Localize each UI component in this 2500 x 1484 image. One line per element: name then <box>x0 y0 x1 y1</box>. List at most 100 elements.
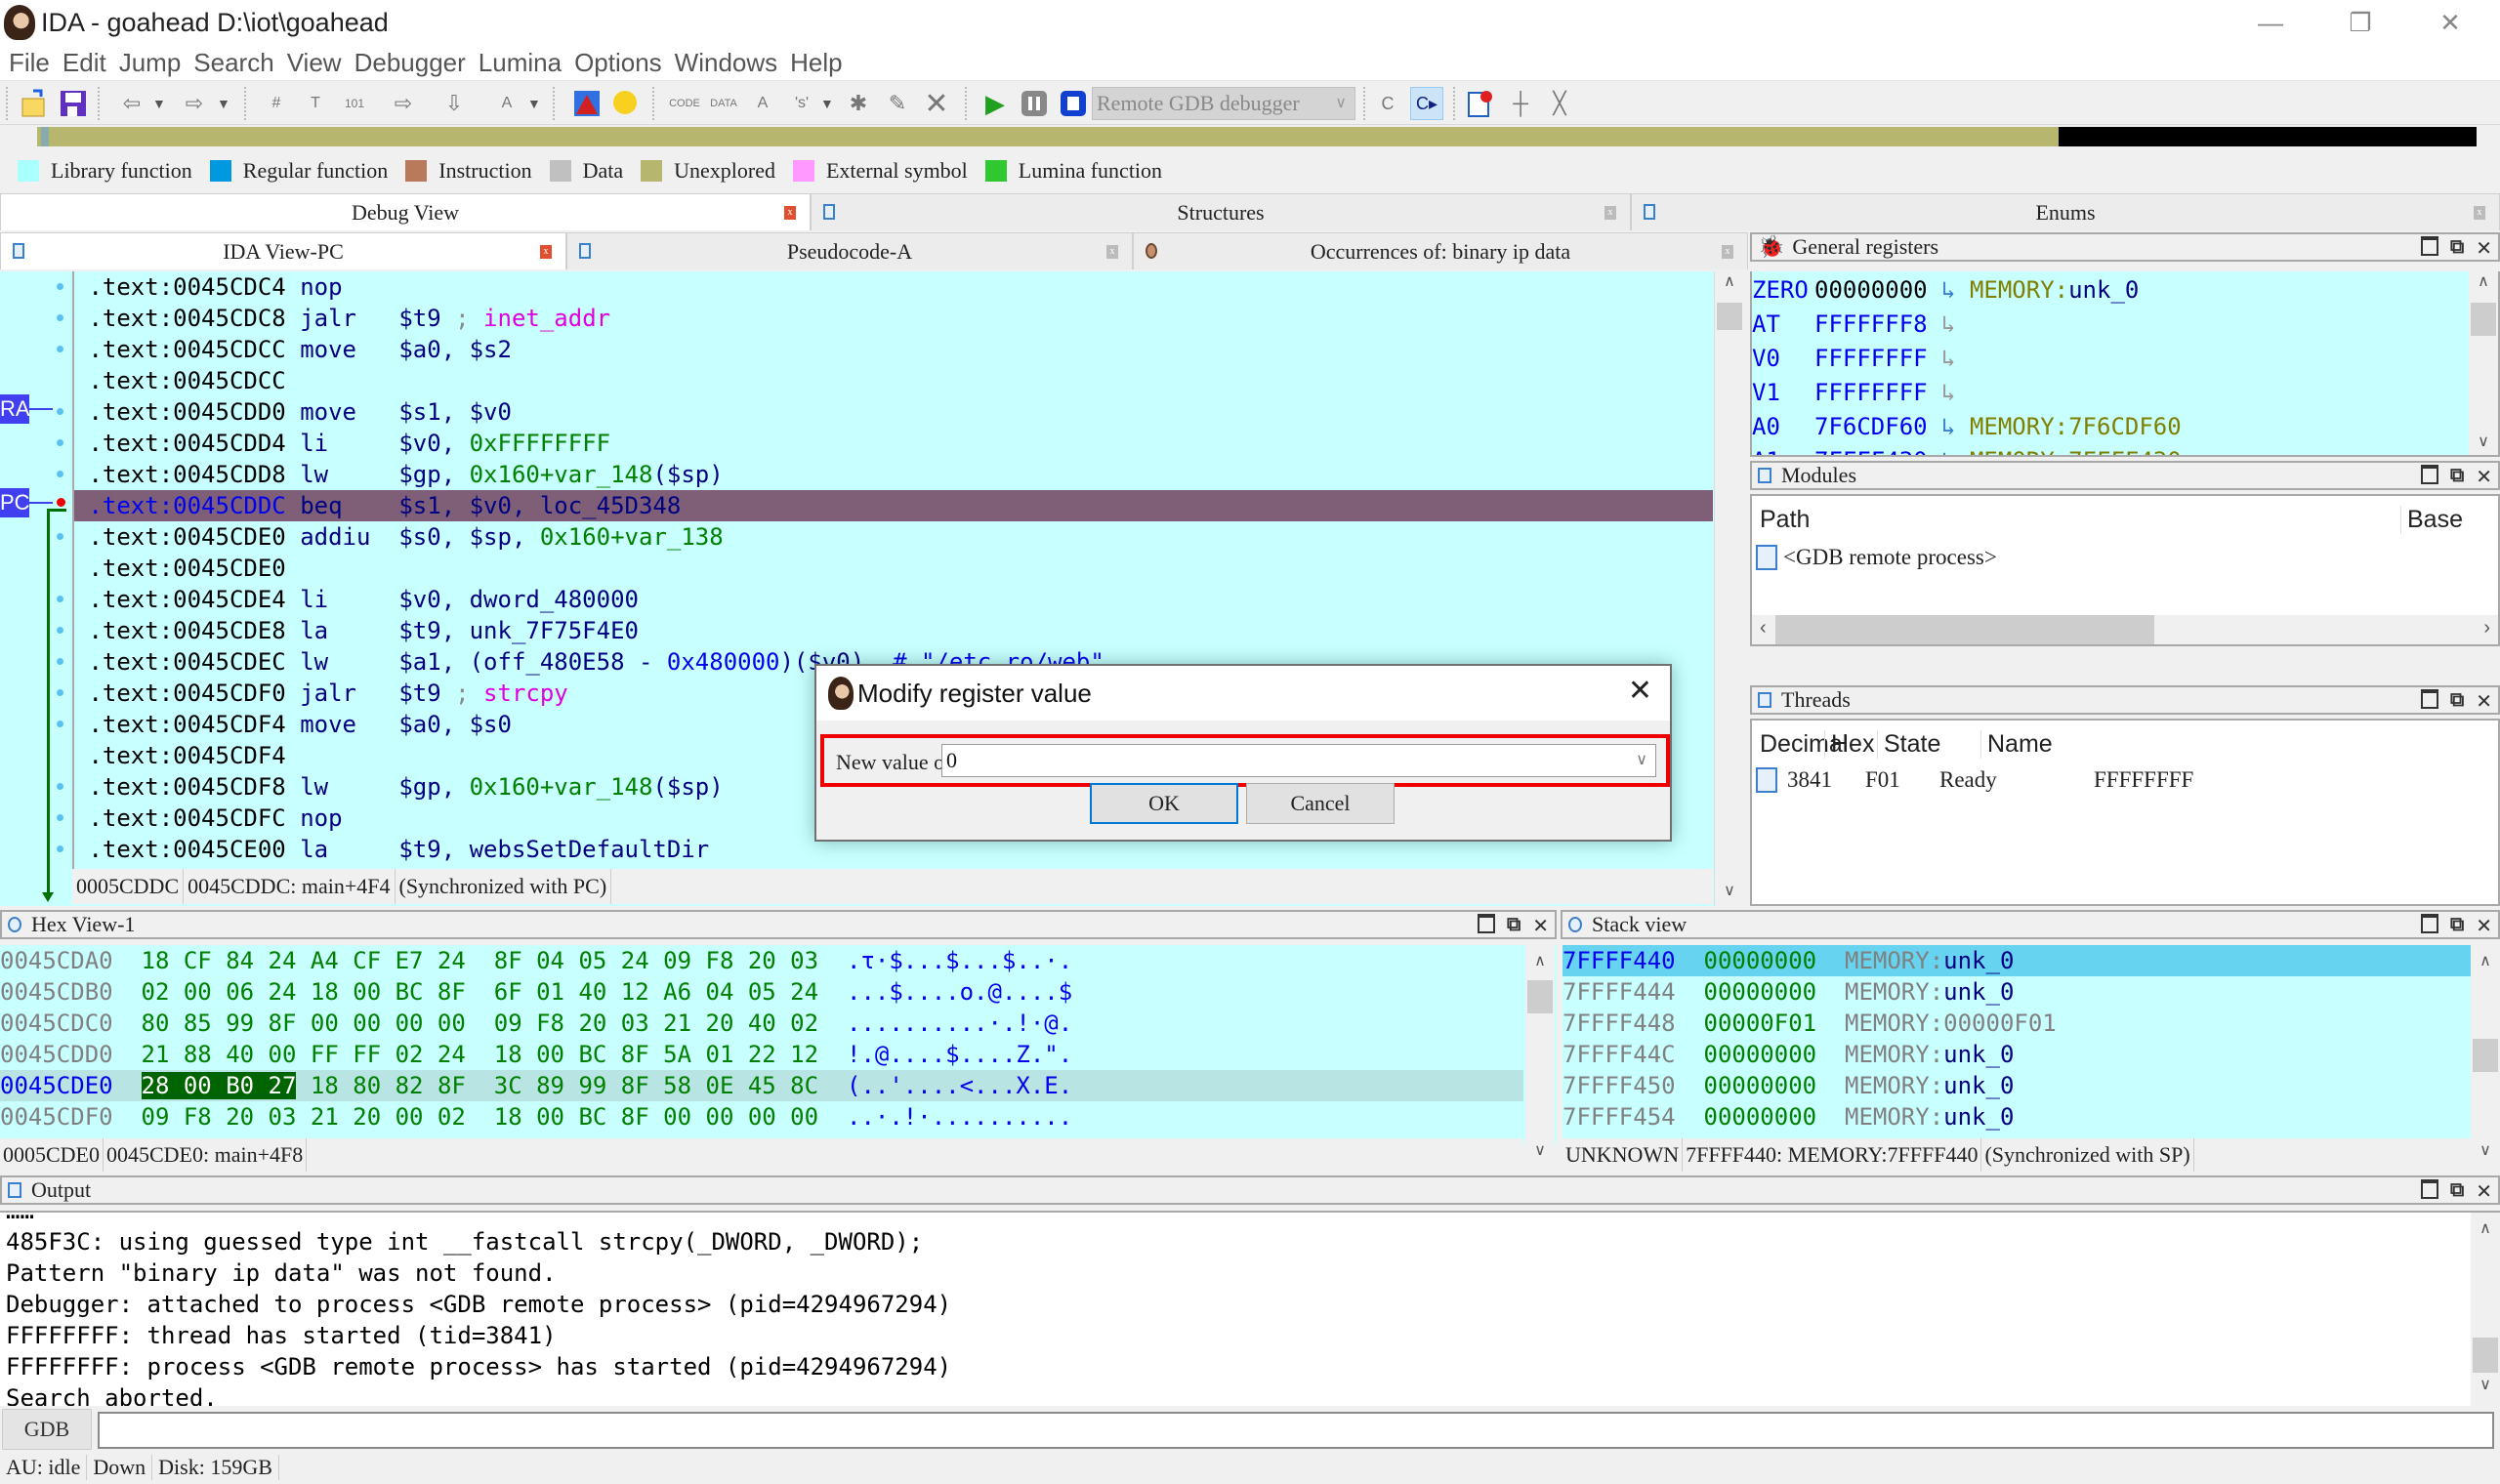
register-row[interactable]: A0 7F6CDF60 ↳ MEMORY:7F6CDF60 <box>1752 410 2182 444</box>
line-dot-icon[interactable] <box>57 283 63 290</box>
float-panel-icon[interactable]: ⧉ <box>2450 236 2464 260</box>
line-dot-icon[interactable] <box>57 689 63 696</box>
forward-icon[interactable]: ⇨ <box>178 87 211 120</box>
menu-windows[interactable]: Windows <box>675 48 777 78</box>
step-into-c-icon[interactable]: C <box>1371 87 1404 120</box>
scroll-right-icon[interactable]: › <box>2483 617 2490 639</box>
scroll-down-icon[interactable]: ∨ <box>1715 881 1744 906</box>
hex-row[interactable]: 0045CDB0 02 00 06 24 18 00 BC 8F 6F 01 4… <box>0 976 1523 1008</box>
scroll-thumb[interactable] <box>2473 1039 2498 1072</box>
hex-bytes[interactable]: 09 F8 20 03 21 20 40 02 <box>494 1010 818 1037</box>
hex-bytes[interactable]: 18 80 82 8F <box>296 1072 466 1099</box>
close-panel-icon[interactable]: ✕ <box>2476 236 2492 260</box>
register-row[interactable]: V1 FFFFFFFF ↳ <box>1752 376 1970 410</box>
string-type-dropdown-icon[interactable]: ▼ <box>527 89 541 118</box>
stop-process-icon[interactable] <box>1057 87 1090 120</box>
register-row[interactable]: ZERO 00000000 ↳ MEMORY:unk_0 <box>1752 273 2139 308</box>
register-value[interactable]: 7FFFF430 <box>1814 447 1928 455</box>
hex-bytes[interactable]: 21 88 40 00 FF FF 02 24 <box>142 1041 466 1068</box>
register-row[interactable]: A17FFFF430 ↳ MEMORY:7FFFF430 <box>1752 444 2182 455</box>
float-panel-icon[interactable]: ⧉ <box>2450 689 2464 713</box>
line-dot-icon[interactable] <box>57 346 63 352</box>
float-panel-icon[interactable]: ⧉ <box>1507 914 1521 937</box>
close-tab-icon[interactable]: x <box>1604 206 1616 220</box>
back-icon[interactable]: ⇦ <box>115 87 148 120</box>
hex-selected-bytes[interactable]: 28 00 B0 27 <box>141 1072 297 1099</box>
maximize-panel-icon[interactable] <box>2420 236 2438 256</box>
hex-bytes[interactable]: 80 85 99 8F 00 00 00 00 <box>142 1010 466 1037</box>
line-dot-icon[interactable] <box>57 596 63 602</box>
debugger-select[interactable]: Remote GDB debugger ∨ <box>1092 87 1355 120</box>
hex-bytes[interactable]: 18 00 BC 8F 5A 01 22 12 <box>494 1041 818 1068</box>
close-tab-icon[interactable]: x <box>1722 245 1733 259</box>
make-struct-icon[interactable]: 's' <box>785 87 818 120</box>
maximize-panel-icon[interactable] <box>1477 914 1495 933</box>
line-dot-icon[interactable] <box>57 783 63 790</box>
stack-row-current[interactable]: 7FFFF440 00000000 MEMORY:unk_0 <box>1562 945 2471 976</box>
code-line[interactable]: .text:0045CDC4 nop <box>74 271 1713 303</box>
scroll-up-icon[interactable]: ∧ <box>2469 271 2498 297</box>
hexview-scrollbar[interactable]: ∧ ∨ <box>1525 945 1555 1172</box>
stack-row[interactable]: 7FFFF444 00000000 MEMORY:unk_0 <box>1562 976 2471 1008</box>
code-line[interactable]: .text:0045CDD4 li $v0, 0xFFFFFFFF <box>74 428 1713 459</box>
hex-ascii[interactable]: (..'....<...X.E. <box>847 1072 1072 1099</box>
scroll-down-icon[interactable]: ∨ <box>2469 432 2498 455</box>
warning-icon[interactable] <box>570 87 604 120</box>
line-dot-icon[interactable] <box>57 408 63 415</box>
code-line[interactable]: .text:0045CDE0 addiu $s0, $sp, 0x160+var_… <box>74 521 1713 553</box>
make-code-icon[interactable]: CODE <box>668 87 701 120</box>
scroll-up-icon[interactable]: ∧ <box>1715 271 1744 297</box>
line-dot-icon[interactable] <box>57 314 63 321</box>
wait-icon[interactable] <box>609 87 643 120</box>
toolbar-grip[interactable] <box>6 87 8 120</box>
hex-bytes[interactable]: 18 00 BC 8F 00 00 00 00 <box>494 1103 818 1131</box>
hex-bytes[interactable]: 09 F8 20 03 21 20 00 02 <box>142 1103 466 1131</box>
command-input[interactable] <box>98 1412 2494 1449</box>
stackview-scrollbar[interactable]: ∧ ∨ <box>2471 945 2500 1172</box>
register-row[interactable]: V0 FFFFFFFF ↳ <box>1752 342 1970 376</box>
thread-row[interactable]: 3841 F01 Ready FFFFFFFF <box>1752 765 2494 795</box>
register-value[interactable]: FFFFFFF8 <box>1814 310 1928 338</box>
minimize-button[interactable]: — <box>2236 0 2305 45</box>
stack-row[interactable]: 7FFFF44C 00000000 MEMORY:unk_0 <box>1562 1039 2471 1070</box>
output-scrollbar[interactable]: ∧ ∨ <box>2471 1213 2500 1406</box>
scroll-up-icon[interactable]: ∧ <box>1525 951 1555 976</box>
jump-arrow-icon[interactable]: ↳ <box>1928 447 1970 455</box>
hex-row[interactable]: 0045CDC0 80 85 99 8F 00 00 00 00 09 F8 2… <box>0 1008 1523 1039</box>
line-dot-icon[interactable] <box>57 721 63 727</box>
menu-edit[interactable]: Edit <box>62 48 106 78</box>
chevron-down-icon[interactable]: ∨ <box>1636 745 1647 776</box>
run-to-cursor-c-icon[interactable]: C▸ <box>1410 87 1443 120</box>
register-value[interactable]: FFFFFFFF <box>1814 345 1928 372</box>
code-line[interactable]: .text:0045CDE4 li $v0, dword_480000 <box>74 584 1713 615</box>
code-line[interactable]: .text:0045CDCC <box>74 365 1713 396</box>
modules-hscrollbar[interactable]: ‹ › <box>1752 615 2498 644</box>
string-type-icon[interactable]: A <box>490 87 523 120</box>
search-immediate-icon[interactable]: 101 <box>338 87 371 120</box>
hex-ascii[interactable]: !.@....$....Z.". <box>847 1041 1072 1068</box>
close-panel-icon[interactable]: ✕ <box>2476 914 2492 937</box>
forward-dropdown-icon[interactable]: ▼ <box>217 89 230 118</box>
output-log[interactable]: …… 485F3C: using guessed type int __fast… <box>0 1211 2500 1406</box>
jump-arrow-icon[interactable]: ↳ <box>1928 345 1970 372</box>
registers-scrollbar[interactable]: ∧ ∨ <box>2469 271 2498 455</box>
code-scrollbar[interactable]: ∧ ∨ <box>1714 271 1743 906</box>
jump-arrow-icon[interactable]: ↳ <box>1928 276 1970 304</box>
stack-row[interactable]: 7FFFF454 00000000 MEMORY:unk_0 <box>1562 1101 2471 1133</box>
stack-row[interactable]: 7FFFF448 00000F01 MEMORY:00000F01 <box>1562 1008 2471 1039</box>
close-window-button[interactable]: ✕ <box>2416 0 2484 45</box>
code-line[interactable]: .text:0045CDC8 jalr $t9 ; inet_addr <box>74 303 1713 334</box>
menu-view[interactable]: View <box>287 48 342 78</box>
code-line[interactable]: .text:0045CDD8 lw $gp, 0x160+var_148($sp) <box>74 459 1713 490</box>
line-dot-icon[interactable] <box>57 627 63 634</box>
close-panel-icon[interactable]: ✕ <box>2476 689 2492 713</box>
column-header-state[interactable]: State <box>1877 730 1940 759</box>
column-header-hex[interactable]: Hex <box>1824 730 1874 759</box>
code-line[interactable]: .text:0045CDCC move $a0, $s2 <box>74 334 1713 365</box>
pause-process-icon[interactable] <box>1018 87 1051 120</box>
hex-bytes[interactable]: 6F 01 40 12 A6 04 05 24 <box>494 978 818 1006</box>
navbar-grip[interactable] <box>14 125 20 148</box>
undefine-icon[interactable]: ✕ <box>920 87 953 120</box>
navigation-band[interactable] <box>37 127 2477 146</box>
line-dot-icon[interactable] <box>57 845 63 852</box>
